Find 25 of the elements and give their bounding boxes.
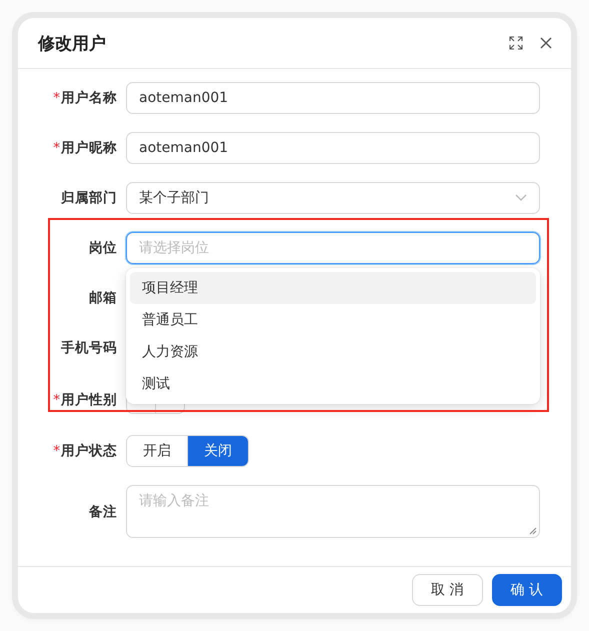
field-label: *用户昵称 bbox=[52, 139, 118, 157]
field-label: *用户性别 bbox=[52, 390, 118, 408]
field-label: 备注 bbox=[88, 503, 118, 521]
segment-option[interactable]: 关闭 bbox=[187, 436, 248, 466]
field-label: 岗位 bbox=[88, 239, 118, 257]
field-label: *用户名称 bbox=[52, 89, 118, 107]
dropdown-option[interactable]: 项目经理 bbox=[130, 272, 536, 304]
dropdown-option[interactable]: 普通员工 bbox=[130, 304, 536, 336]
segmented-control[interactable]: 开启 关闭 bbox=[126, 435, 249, 467]
chevron-down-icon bbox=[515, 194, 527, 202]
text-field[interactable]: aoteman001 bbox=[126, 82, 540, 114]
field-label: 手机号码 bbox=[60, 339, 118, 357]
field-label: 邮箱 bbox=[88, 289, 118, 307]
select-field[interactable]: 某个子部门 bbox=[126, 182, 540, 214]
confirm-button[interactable]: 确 认 bbox=[492, 574, 562, 606]
resize-handle-icon[interactable] bbox=[529, 527, 537, 535]
dropdown-option[interactable]: 人力资源 bbox=[130, 336, 536, 368]
cancel-button[interactable]: 取 消 bbox=[412, 574, 483, 606]
text-field[interactable]: aoteman001 bbox=[126, 132, 540, 164]
field-label: *用户状态 bbox=[52, 442, 118, 460]
field-label: 归属部门 bbox=[60, 189, 118, 207]
dialog-title: 修改用户 bbox=[38, 32, 107, 54]
dropdown-option[interactable]: 测试 bbox=[130, 368, 536, 400]
fullscreen-icon[interactable] bbox=[509, 36, 523, 50]
close-icon[interactable] bbox=[539, 36, 553, 50]
